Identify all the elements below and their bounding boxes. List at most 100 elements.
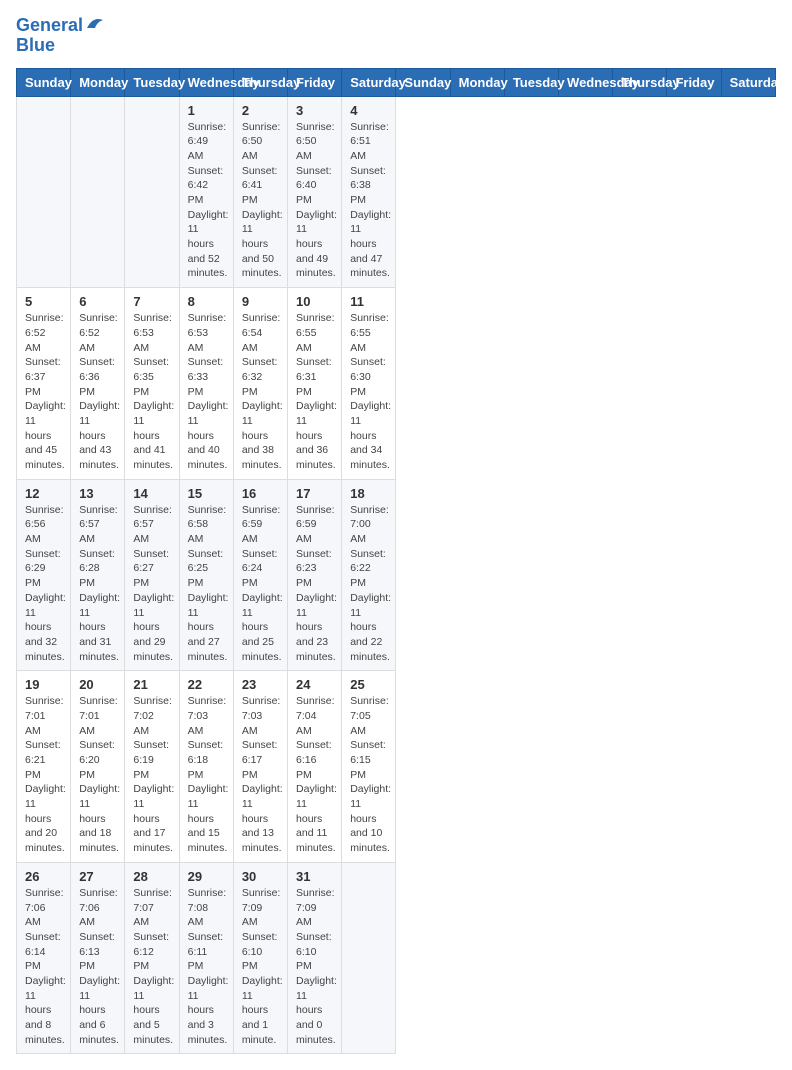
calendar-cell: 20 Sunrise: 7:01 AM Sunset: 6:20 PM Dayli…: [71, 671, 125, 863]
calendar-cell: 15 Sunrise: 6:58 AM Sunset: 6:25 PM Dayli…: [179, 479, 233, 671]
cell-info: Sunrise: 6:55 AM Sunset: 6:30 PM Dayligh…: [350, 311, 387, 473]
calendar-cell: 30Sunrise: 7:09 AM Sunset: 6:10 PM Dayli…: [233, 862, 287, 1054]
calendar-cell: 29 Sunrise: 7:08 AM Sunset: 6:11 PM Dayli…: [179, 862, 233, 1054]
calendar-table: SundayMondayTuesdayWednesdayThursdayFrid…: [16, 68, 776, 1055]
day-number: 22: [188, 677, 225, 692]
calendar-cell: 7 Sunrise: 6:53 AM Sunset: 6:35 PM Daylig…: [125, 288, 179, 480]
week-row-3: 12Sunrise: 6:56 AM Sunset: 6:29 PM Dayli…: [17, 479, 776, 671]
calendar-cell: 8 Sunrise: 6:53 AM Sunset: 6:33 PM Daylig…: [179, 288, 233, 480]
cell-info: Sunrise: 7:07 AM Sunset: 6:12 PM Dayligh…: [133, 886, 170, 1048]
day-number: 11: [350, 294, 387, 309]
cell-info: Sunrise: 7:02 AM Sunset: 6:19 PM Dayligh…: [133, 694, 170, 856]
cell-info: Sunrise: 7:09 AM Sunset: 6:10 PM Dayligh…: [296, 886, 333, 1048]
day-number: 28: [133, 869, 170, 884]
calendar-cell: 31 Sunrise: 7:09 AM Sunset: 6:10 PM Dayli…: [288, 862, 342, 1054]
calendar-cell: [125, 96, 179, 288]
cell-info: Sunrise: 6:58 AM Sunset: 6:25 PM Dayligh…: [188, 503, 225, 665]
cell-info: Sunrise: 7:06 AM Sunset: 6:14 PM Dayligh…: [25, 886, 62, 1048]
cell-info: Sunrise: 7:06 AM Sunset: 6:13 PM Dayligh…: [79, 886, 116, 1048]
day-number: 27: [79, 869, 116, 884]
cell-info: Sunrise: 6:59 AM Sunset: 6:24 PM Dayligh…: [242, 503, 279, 665]
day-number: 31: [296, 869, 333, 884]
calendar-cell: 2Sunrise: 6:50 AM Sunset: 6:41 PM Daylig…: [233, 96, 287, 288]
calendar-cell: 14 Sunrise: 6:57 AM Sunset: 6:27 PM Dayli…: [125, 479, 179, 671]
logo-bird-icon: [85, 14, 105, 34]
cell-info: Sunrise: 7:05 AM Sunset: 6:15 PM Dayligh…: [350, 694, 387, 856]
calendar-cell: 4Sunrise: 6:51 AM Sunset: 6:38 PM Daylig…: [342, 96, 396, 288]
day-number: 14: [133, 486, 170, 501]
cell-info: Sunrise: 7:00 AM Sunset: 6:22 PM Dayligh…: [350, 503, 387, 665]
calendar-cell: 26 Sunrise: 7:06 AM Sunset: 6:14 PM Dayli…: [17, 862, 71, 1054]
col-header-friday: Friday: [288, 68, 342, 96]
day-number: 20: [79, 677, 116, 692]
calendar-cell: 1Sunrise: 6:49 AM Sunset: 6:42 PM Daylig…: [179, 96, 233, 288]
day-number: 15: [188, 486, 225, 501]
day-number: 18: [350, 486, 387, 501]
week-row-4: 19 Sunrise: 7:01 AM Sunset: 6:21 PM Dayli…: [17, 671, 776, 863]
cell-info: Sunrise: 7:04 AM Sunset: 6:16 PM Dayligh…: [296, 694, 333, 856]
day-number: 5: [25, 294, 62, 309]
col-header-monday: Monday: [450, 68, 504, 96]
calendar-cell: [17, 96, 71, 288]
day-number: 7: [133, 294, 170, 309]
col-header-saturday: Saturday: [342, 68, 396, 96]
col-header-sunday: Sunday: [396, 68, 450, 96]
cell-info: Sunrise: 6:50 AM Sunset: 6:40 PM Dayligh…: [296, 120, 333, 282]
cell-info: Sunrise: 7:03 AM Sunset: 6:18 PM Dayligh…: [188, 694, 225, 856]
calendar-cell: [71, 96, 125, 288]
col-header-wednesday: Wednesday: [179, 68, 233, 96]
cell-info: Sunrise: 6:50 AM Sunset: 6:41 PM Dayligh…: [242, 120, 279, 282]
cell-info: Sunrise: 7:01 AM Sunset: 6:21 PM Dayligh…: [25, 694, 62, 856]
col-header-friday: Friday: [667, 68, 721, 96]
cell-info: Sunrise: 6:51 AM Sunset: 6:38 PM Dayligh…: [350, 120, 387, 282]
calendar-cell: 22 Sunrise: 7:03 AM Sunset: 6:18 PM Dayli…: [179, 671, 233, 863]
col-header-saturday: Saturday: [721, 68, 775, 96]
week-row-2: 5 Sunrise: 6:52 AM Sunset: 6:37 PM Daylig…: [17, 288, 776, 480]
cell-info: Sunrise: 7:09 AM Sunset: 6:10 PM Dayligh…: [242, 886, 279, 1048]
calendar-cell: 10 Sunrise: 6:55 AM Sunset: 6:31 PM Dayli…: [288, 288, 342, 480]
cell-info: Sunrise: 6:53 AM Sunset: 6:33 PM Dayligh…: [188, 311, 225, 473]
calendar-cell: 25Sunrise: 7:05 AM Sunset: 6:15 PM Dayli…: [342, 671, 396, 863]
day-number: 19: [25, 677, 62, 692]
day-number: 17: [296, 486, 333, 501]
day-number: 6: [79, 294, 116, 309]
day-number: 10: [296, 294, 333, 309]
calendar-cell: 18 Sunrise: 7:00 AM Sunset: 6:22 PM Dayli…: [342, 479, 396, 671]
calendar-cell: 3 Sunrise: 6:50 AM Sunset: 6:40 PM Daylig…: [288, 96, 342, 288]
col-header-thursday: Thursday: [233, 68, 287, 96]
cell-info: Sunrise: 6:59 AM Sunset: 6:23 PM Dayligh…: [296, 503, 333, 665]
logo-text-blue: Blue: [16, 36, 55, 56]
cell-info: Sunrise: 6:53 AM Sunset: 6:35 PM Dayligh…: [133, 311, 170, 473]
cell-info: Sunrise: 6:54 AM Sunset: 6:32 PM Dayligh…: [242, 311, 279, 473]
day-number: 3: [296, 103, 333, 118]
cell-info: Sunrise: 7:01 AM Sunset: 6:20 PM Dayligh…: [79, 694, 116, 856]
day-number: 21: [133, 677, 170, 692]
calendar-cell: 11 Sunrise: 6:55 AM Sunset: 6:30 PM Dayli…: [342, 288, 396, 480]
cell-info: Sunrise: 6:57 AM Sunset: 6:28 PM Dayligh…: [79, 503, 116, 665]
col-header-tuesday: Tuesday: [504, 68, 558, 96]
day-number: 26: [25, 869, 62, 884]
logo-text-general: General: [16, 16, 83, 36]
day-number: 13: [79, 486, 116, 501]
calendar-cell: 21 Sunrise: 7:02 AM Sunset: 6:19 PM Dayli…: [125, 671, 179, 863]
cell-info: Sunrise: 6:56 AM Sunset: 6:29 PM Dayligh…: [25, 503, 62, 665]
col-header-wednesday: Wednesday: [559, 68, 613, 96]
col-header-sunday: Sunday: [17, 68, 71, 96]
cell-info: Sunrise: 7:08 AM Sunset: 6:11 PM Dayligh…: [188, 886, 225, 1048]
calendar-cell: 27 Sunrise: 7:06 AM Sunset: 6:13 PM Dayli…: [71, 862, 125, 1054]
cell-info: Sunrise: 6:57 AM Sunset: 6:27 PM Dayligh…: [133, 503, 170, 665]
cell-info: Sunrise: 6:52 AM Sunset: 6:37 PM Dayligh…: [25, 311, 62, 473]
day-number: 24: [296, 677, 333, 692]
week-row-5: 26 Sunrise: 7:06 AM Sunset: 6:14 PM Dayli…: [17, 862, 776, 1054]
calendar-cell: 13 Sunrise: 6:57 AM Sunset: 6:28 PM Dayli…: [71, 479, 125, 671]
day-number: 8: [188, 294, 225, 309]
calendar-cell: 28 Sunrise: 7:07 AM Sunset: 6:12 PM Dayli…: [125, 862, 179, 1054]
col-header-thursday: Thursday: [613, 68, 667, 96]
cell-info: Sunrise: 6:55 AM Sunset: 6:31 PM Dayligh…: [296, 311, 333, 473]
calendar-cell: 19 Sunrise: 7:01 AM Sunset: 6:21 PM Dayli…: [17, 671, 71, 863]
calendar-cell: 6Sunrise: 6:52 AM Sunset: 6:36 PM Daylig…: [71, 288, 125, 480]
calendar-cell: 5 Sunrise: 6:52 AM Sunset: 6:37 PM Daylig…: [17, 288, 71, 480]
day-number: 29: [188, 869, 225, 884]
col-header-monday: Monday: [71, 68, 125, 96]
logo: General Blue: [16, 16, 105, 56]
